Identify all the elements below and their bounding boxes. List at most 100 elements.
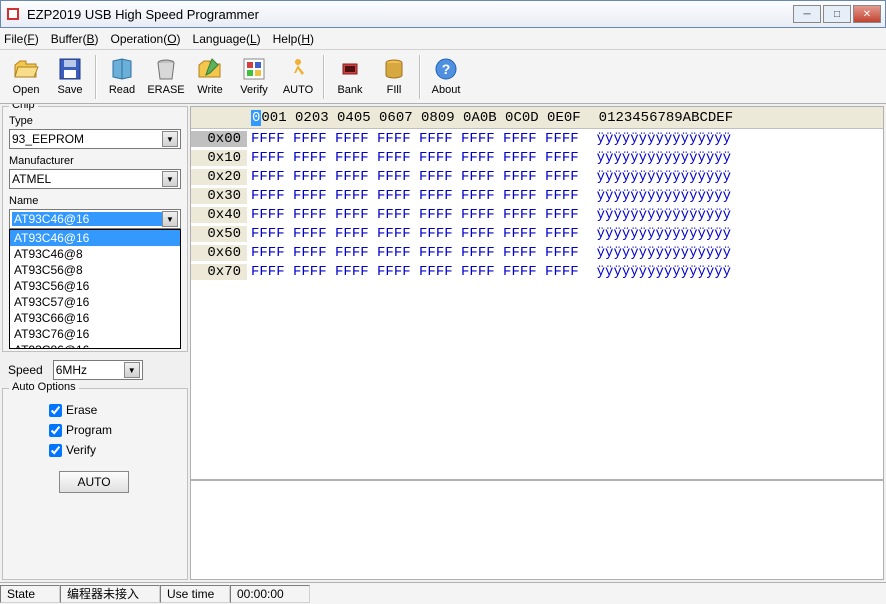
- fill-button[interactable]: FIll: [372, 53, 416, 101]
- hex-addr: 0x00: [191, 131, 247, 147]
- name-option[interactable]: AT93C66@16: [10, 310, 180, 326]
- chevron-down-icon: ▼: [124, 362, 140, 378]
- menu-help[interactable]: Help(H): [273, 32, 314, 46]
- auto-button[interactable]: AUTO: [276, 53, 320, 101]
- chip-group: Chip Type 93_EEPROM▼ Manufacturer ATMEL▼…: [2, 106, 188, 352]
- svg-text:?: ?: [442, 61, 451, 77]
- hex-addr: 0x50: [191, 226, 247, 242]
- separator: [323, 55, 325, 99]
- hex-panel: 0001 0203 0405 0607 0809 0A0B 0C0D 0E0F …: [190, 106, 884, 580]
- toolbar: Open Save Read ERASE Write Verify AUTO B…: [0, 50, 886, 104]
- speed-select[interactable]: 6MHz▼: [53, 360, 143, 380]
- hex-row[interactable]: 0x40FFFF FFFF FFFF FFFF FFFF FFFF FFFF F…: [191, 205, 883, 224]
- app-icon: [5, 6, 21, 22]
- status-state-label: State: [0, 585, 60, 603]
- name-select[interactable]: AT93C46@16▼ AT93C46@16AT93C46@8AT93C56@8…: [9, 209, 181, 229]
- titlebar: EZP2019 USB High Speed Programmer ─ □ ✕: [0, 0, 886, 28]
- program-checkbox[interactable]: Program: [49, 423, 181, 437]
- maximize-button[interactable]: □: [823, 5, 851, 23]
- speed-label: Speed: [8, 363, 43, 377]
- status-usetime-label: Use time: [160, 585, 230, 603]
- statusbar: State 编程器未接入 Use time 00:00:00: [0, 582, 886, 604]
- hex-data: FFFF FFFF FFFF FFFF FFFF FFFF FFFF FFFF: [247, 207, 579, 223]
- separator: [419, 55, 421, 99]
- erase-button[interactable]: ERASE: [144, 53, 188, 101]
- window-title: EZP2019 USB High Speed Programmer: [27, 7, 791, 22]
- hex-addr: 0x10: [191, 150, 247, 166]
- hex-row[interactable]: 0x20FFFF FFFF FFFF FFFF FFFF FFFF FFFF F…: [191, 167, 883, 186]
- hex-data: FFFF FFFF FFFF FFFF FFFF FFFF FFFF FFFF: [247, 264, 579, 280]
- menu-language[interactable]: Language(L): [193, 32, 261, 46]
- name-dropdown: AT93C46@16AT93C46@8AT93C56@8AT93C56@16AT…: [9, 229, 181, 349]
- menu-file[interactable]: File(F): [4, 32, 39, 46]
- read-button[interactable]: Read: [100, 53, 144, 101]
- hex-row[interactable]: 0x30FFFF FFFF FFFF FFFF FFFF FFFF FFFF F…: [191, 186, 883, 205]
- status-usetime-value: 00:00:00: [230, 585, 310, 603]
- hex-ascii: ÿÿÿÿÿÿÿÿÿÿÿÿÿÿÿÿ: [579, 188, 731, 204]
- write-icon: [196, 55, 224, 83]
- hex-data: FFFF FFFF FFFF FFFF FFFF FFFF FFFF FFFF: [247, 188, 579, 204]
- hex-addr: 0x30: [191, 188, 247, 204]
- name-option[interactable]: AT93C56@8: [10, 262, 180, 278]
- verify-button[interactable]: Verify: [232, 53, 276, 101]
- hex-data: FFFF FFFF FFFF FFFF FFFF FFFF FFFF FFFF: [247, 131, 579, 147]
- hex-row[interactable]: 0x10FFFF FFFF FFFF FFFF FFFF FFFF FFFF F…: [191, 148, 883, 167]
- hex-data: FFFF FFFF FFFF FFFF FFFF FFFF FFFF FFFF: [247, 226, 579, 242]
- chevron-down-icon: ▼: [162, 131, 178, 147]
- person-run-icon: [284, 55, 312, 83]
- name-label: Name: [9, 195, 181, 207]
- menubar: File(F) Buffer(B) Operation(O) Language(…: [0, 28, 886, 50]
- chevron-down-icon: ▼: [162, 211, 178, 227]
- book-icon: [108, 55, 136, 83]
- chip-icon: [336, 55, 364, 83]
- minimize-button[interactable]: ─: [793, 5, 821, 23]
- auto-run-button[interactable]: AUTO: [59, 471, 129, 493]
- hex-addr: 0x20: [191, 169, 247, 185]
- hex-ascii: ÿÿÿÿÿÿÿÿÿÿÿÿÿÿÿÿ: [579, 226, 731, 242]
- bank-button[interactable]: Bank: [328, 53, 372, 101]
- name-option[interactable]: AT93C57@16: [10, 294, 180, 310]
- open-button[interactable]: Open: [4, 53, 48, 101]
- name-option[interactable]: AT93C86@16: [10, 342, 180, 349]
- verify-checkbox[interactable]: Verify: [49, 443, 181, 457]
- hex-addr: 0x70: [191, 264, 247, 280]
- type-label: Type: [9, 115, 181, 127]
- hex-ascii: ÿÿÿÿÿÿÿÿÿÿÿÿÿÿÿÿ: [579, 169, 731, 185]
- name-option[interactable]: AT93C46@8: [10, 246, 180, 262]
- hex-row[interactable]: 0x70FFFF FFFF FFFF FFFF FFFF FFFF FFFF F…: [191, 262, 883, 281]
- hex-row[interactable]: 0x00FFFF FFFF FFFF FFFF FFFF FFFF FFFF F…: [191, 129, 883, 148]
- folder-open-icon: [12, 55, 40, 83]
- floppy-icon: [56, 55, 84, 83]
- auto-options-group: Auto Options Erase Program Verify AUTO: [2, 388, 188, 580]
- name-option[interactable]: AT93C76@16: [10, 326, 180, 342]
- hex-header: 0001 0203 0405 0607 0809 0A0B 0C0D 0E0F …: [191, 107, 883, 129]
- name-option[interactable]: AT93C56@16: [10, 278, 180, 294]
- hex-addr: 0x60: [191, 245, 247, 261]
- hex-body[interactable]: 0x00FFFF FFFF FFFF FFFF FFFF FFFF FFFF F…: [191, 129, 883, 281]
- hex-data: FFFF FFFF FFFF FFFF FFFF FFFF FFFF FFFF: [247, 150, 579, 166]
- name-option[interactable]: AT93C46@16: [10, 230, 180, 246]
- save-button[interactable]: Save: [48, 53, 92, 101]
- manufacturer-label: Manufacturer: [9, 155, 181, 167]
- menu-buffer[interactable]: Buffer(B): [51, 32, 99, 46]
- hex-row[interactable]: 0x60FFFF FFFF FFFF FFFF FFFF FFFF FFFF F…: [191, 243, 883, 262]
- hex-addr: 0x40: [191, 207, 247, 223]
- close-button[interactable]: ✕: [853, 5, 881, 23]
- help-icon: ?: [432, 55, 460, 83]
- hex-ascii: ÿÿÿÿÿÿÿÿÿÿÿÿÿÿÿÿ: [579, 245, 731, 261]
- hex-ascii: ÿÿÿÿÿÿÿÿÿÿÿÿÿÿÿÿ: [579, 264, 731, 280]
- menu-operation[interactable]: Operation(O): [111, 32, 181, 46]
- about-button[interactable]: ?About: [424, 53, 468, 101]
- left-panel: Chip Type 93_EEPROM▼ Manufacturer ATMEL▼…: [0, 104, 190, 582]
- hex-data: FFFF FFFF FFFF FFFF FFFF FFFF FFFF FFFF: [247, 169, 579, 185]
- separator: [95, 55, 97, 99]
- erase-checkbox[interactable]: Erase: [49, 403, 181, 417]
- hex-row[interactable]: 0x50FFFF FFFF FFFF FFFF FFFF FFFF FFFF F…: [191, 224, 883, 243]
- database-icon: [380, 55, 408, 83]
- type-select[interactable]: 93_EEPROM▼: [9, 129, 181, 149]
- hex-ascii: ÿÿÿÿÿÿÿÿÿÿÿÿÿÿÿÿ: [579, 207, 731, 223]
- write-button[interactable]: Write: [188, 53, 232, 101]
- manufacturer-select[interactable]: ATMEL▼: [9, 169, 181, 189]
- hex-ascii: ÿÿÿÿÿÿÿÿÿÿÿÿÿÿÿÿ: [579, 150, 731, 166]
- speed-row: Speed 6MHz▼: [2, 356, 188, 384]
